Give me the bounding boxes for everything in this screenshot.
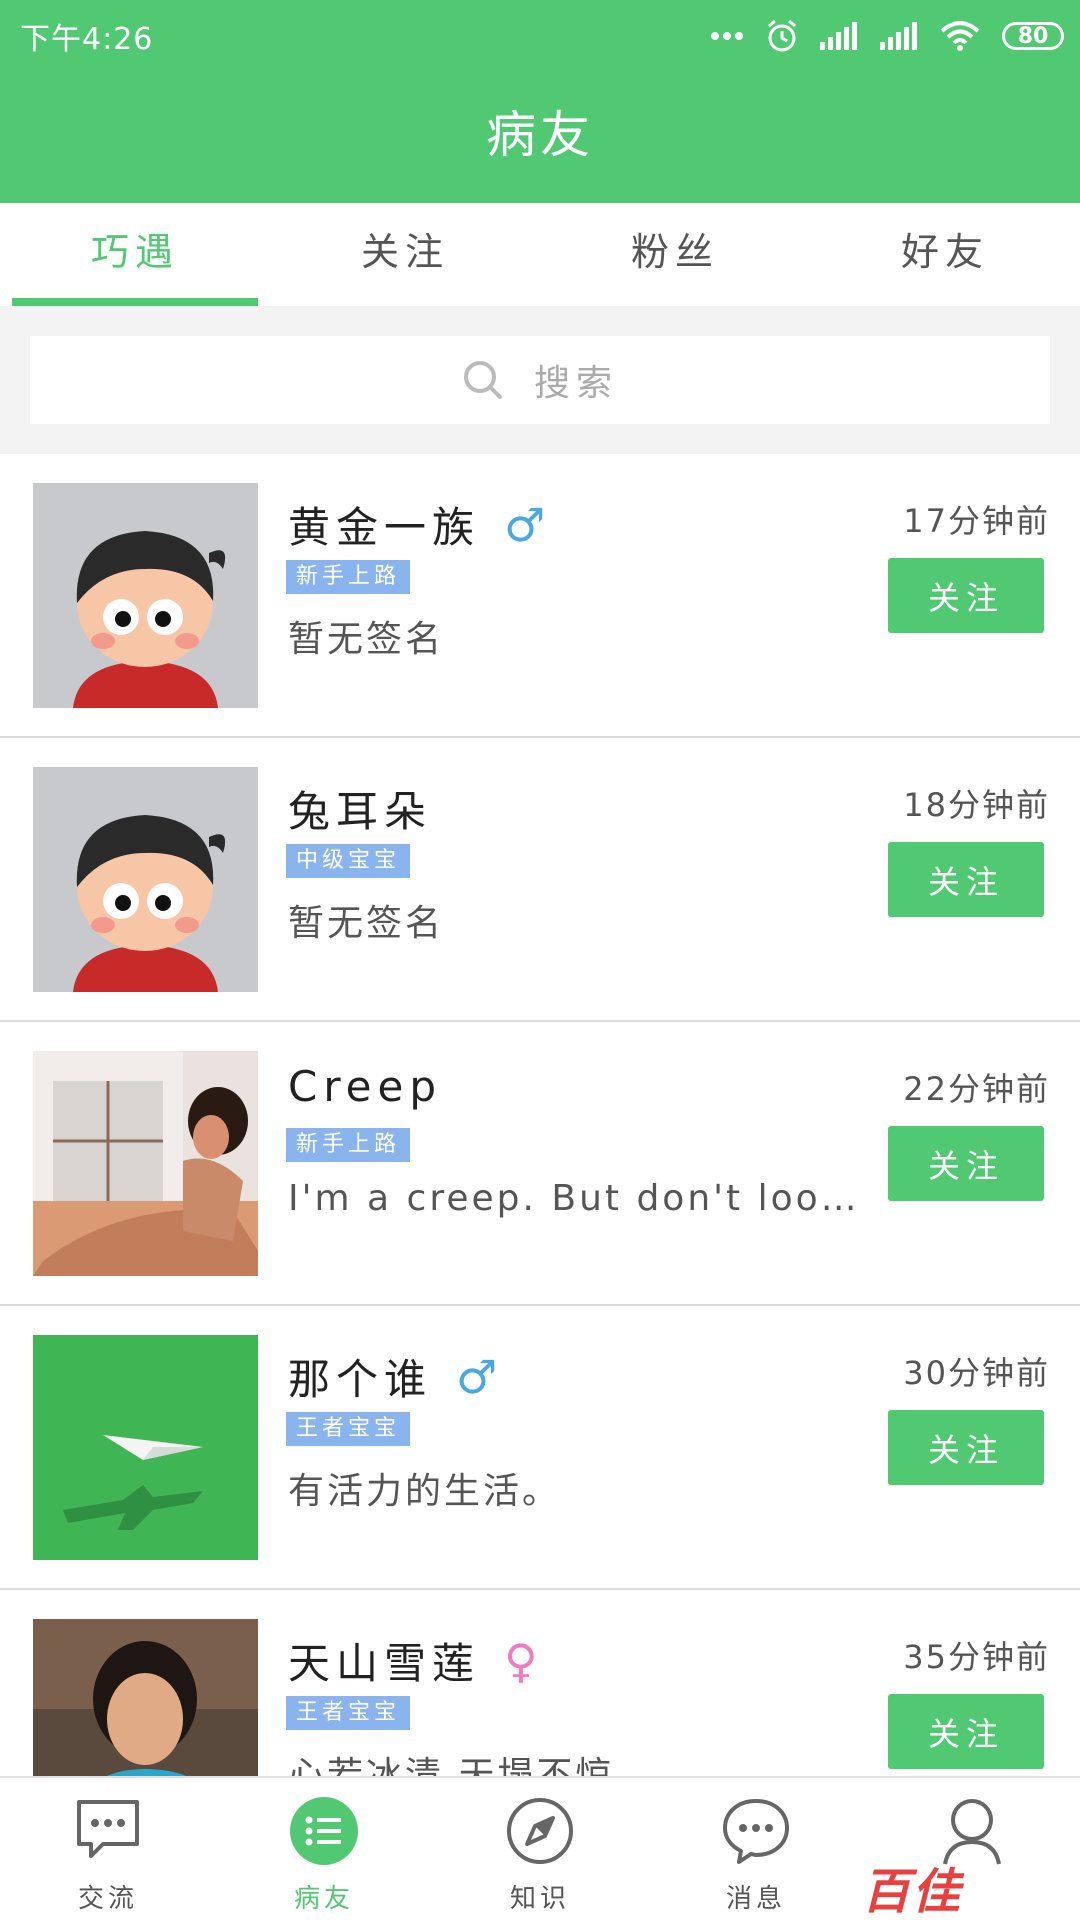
signal-icon	[820, 22, 857, 50]
follow-button[interactable]: 关注	[888, 1694, 1044, 1769]
tab-label: 粉丝	[630, 230, 719, 274]
alarm-icon	[768, 19, 796, 52]
level-badge: 王者宝宝	[286, 1412, 411, 1446]
search-placeholder: 搜索	[533, 363, 618, 404]
user-signature: 心若冰清 天塌不惊	[288, 1755, 615, 1776]
male-icon: ♂	[456, 1349, 504, 1404]
user-list[interactable]: 黄金一族 ♂ 新手上路 暂无签名 17分钟前 关注 兔耳朵 中级宝宝 暂无签名 1…	[0, 454, 1080, 1776]
user-name: 黄金一族 ♂	[288, 494, 551, 555]
tab-bar: 巧遇 关注 粉丝 好友	[0, 203, 1080, 308]
search-icon	[463, 361, 502, 399]
user-name-text: 黄金一族	[288, 503, 481, 552]
compass-icon	[505, 1796, 575, 1870]
user-name: 天山雪莲 ♀	[288, 1630, 544, 1691]
nav-label: 交流	[77, 1884, 138, 1914]
search-input[interactable]: 搜索	[30, 336, 1050, 424]
female-icon: ♀	[504, 1633, 544, 1688]
nav-label: 消息	[725, 1884, 786, 1914]
search-area: 搜索	[0, 306, 1080, 454]
signal-icon-2	[880, 22, 917, 50]
active-time: 18分钟前	[903, 786, 1050, 824]
level-badge: 王者宝宝	[286, 1696, 411, 1730]
user-name: 兔耳朵	[288, 778, 432, 839]
chat-bubble-icon	[73, 1796, 143, 1870]
list-item[interactable]: Creep 新手上路 I'm a creep. But don't look b…	[0, 1022, 1080, 1306]
active-time: 35分钟前	[903, 1638, 1050, 1676]
avatar[interactable]	[33, 1619, 258, 1776]
active-time: 17分钟前	[903, 502, 1050, 540]
nav-item-patients[interactable]: 病友	[216, 1778, 432, 1922]
user-name-text: 兔耳朵	[288, 787, 433, 836]
tab-label: 巧遇	[90, 230, 179, 274]
user-name-text: Creep	[288, 1062, 443, 1111]
list-icon	[289, 1796, 359, 1870]
header-bar: 下午4:26 80 病友	[0, 0, 1080, 203]
list-item[interactable]: 那个谁 ♂ 王者宝宝 有活力的生活。 30分钟前 关注	[0, 1306, 1080, 1590]
status-icons: 80	[710, 16, 1064, 56]
tab-encounter[interactable]: 巧遇	[0, 203, 270, 306]
avatar[interactable]	[33, 1051, 258, 1276]
tab-label: 关注	[360, 230, 449, 274]
more-dots-icon	[711, 32, 743, 40]
nav-item-chat[interactable]: 交流	[0, 1778, 216, 1922]
wifi-icon	[940, 21, 980, 51]
user-name: 那个谁 ♂	[288, 1346, 503, 1407]
follow-button[interactable]: 关注	[888, 1410, 1044, 1485]
avatar[interactable]	[33, 483, 258, 708]
tab-following[interactable]: 关注	[270, 203, 540, 306]
follow-button[interactable]: 关注	[888, 842, 1044, 917]
tab-fans[interactable]: 粉丝	[540, 203, 810, 306]
user-signature: 暂无签名	[288, 903, 445, 944]
user-signature: 暂无签名	[288, 619, 445, 660]
user-signature: I'm a creep. But don't look b…	[288, 1178, 878, 1219]
avatar[interactable]	[33, 1335, 258, 1560]
nav-item-messages[interactable]: 消息	[648, 1778, 864, 1922]
active-time: 30分钟前	[903, 1354, 1050, 1392]
nav-item-knowledge[interactable]: 知识	[432, 1778, 648, 1922]
follow-button[interactable]: 关注	[888, 558, 1044, 633]
list-item[interactable]: 天山雪莲 ♀ 王者宝宝 心若冰清 天塌不惊 35分钟前 关注	[0, 1590, 1080, 1776]
page-title: 病友	[486, 106, 594, 164]
status-bar: 下午4:26 80	[0, 0, 1080, 70]
avatar[interactable]	[33, 767, 258, 992]
list-item[interactable]: 兔耳朵 中级宝宝 暂无签名 18分钟前 关注	[0, 738, 1080, 1022]
watermark-logo: 百佳	[862, 1864, 963, 1920]
level-badge: 新手上路	[286, 1128, 411, 1162]
user-name: Creep	[288, 1062, 442, 1111]
tab-indicator	[12, 298, 258, 306]
message-icon	[721, 1796, 791, 1870]
nav-label: 知识	[509, 1884, 570, 1914]
nav-label: 病友	[293, 1884, 354, 1914]
tab-label: 好友	[900, 230, 989, 274]
battery-indicator: 80	[1002, 22, 1064, 50]
user-name-text: 天山雪莲	[288, 1639, 481, 1688]
follow-button[interactable]: 关注	[888, 1126, 1044, 1201]
male-icon: ♂	[504, 497, 552, 552]
status-time: 下午4:26	[20, 22, 154, 57]
list-item[interactable]: 黄金一族 ♂ 新手上路 暂无签名 17分钟前 关注	[0, 454, 1080, 738]
tab-friends[interactable]: 好友	[810, 203, 1080, 306]
user-name-text: 那个谁	[288, 1355, 433, 1404]
active-time: 22分钟前	[903, 1070, 1050, 1108]
user-signature: 有活力的生活。	[288, 1471, 562, 1512]
level-badge: 新手上路	[286, 560, 411, 594]
level-badge: 中级宝宝	[286, 844, 411, 878]
